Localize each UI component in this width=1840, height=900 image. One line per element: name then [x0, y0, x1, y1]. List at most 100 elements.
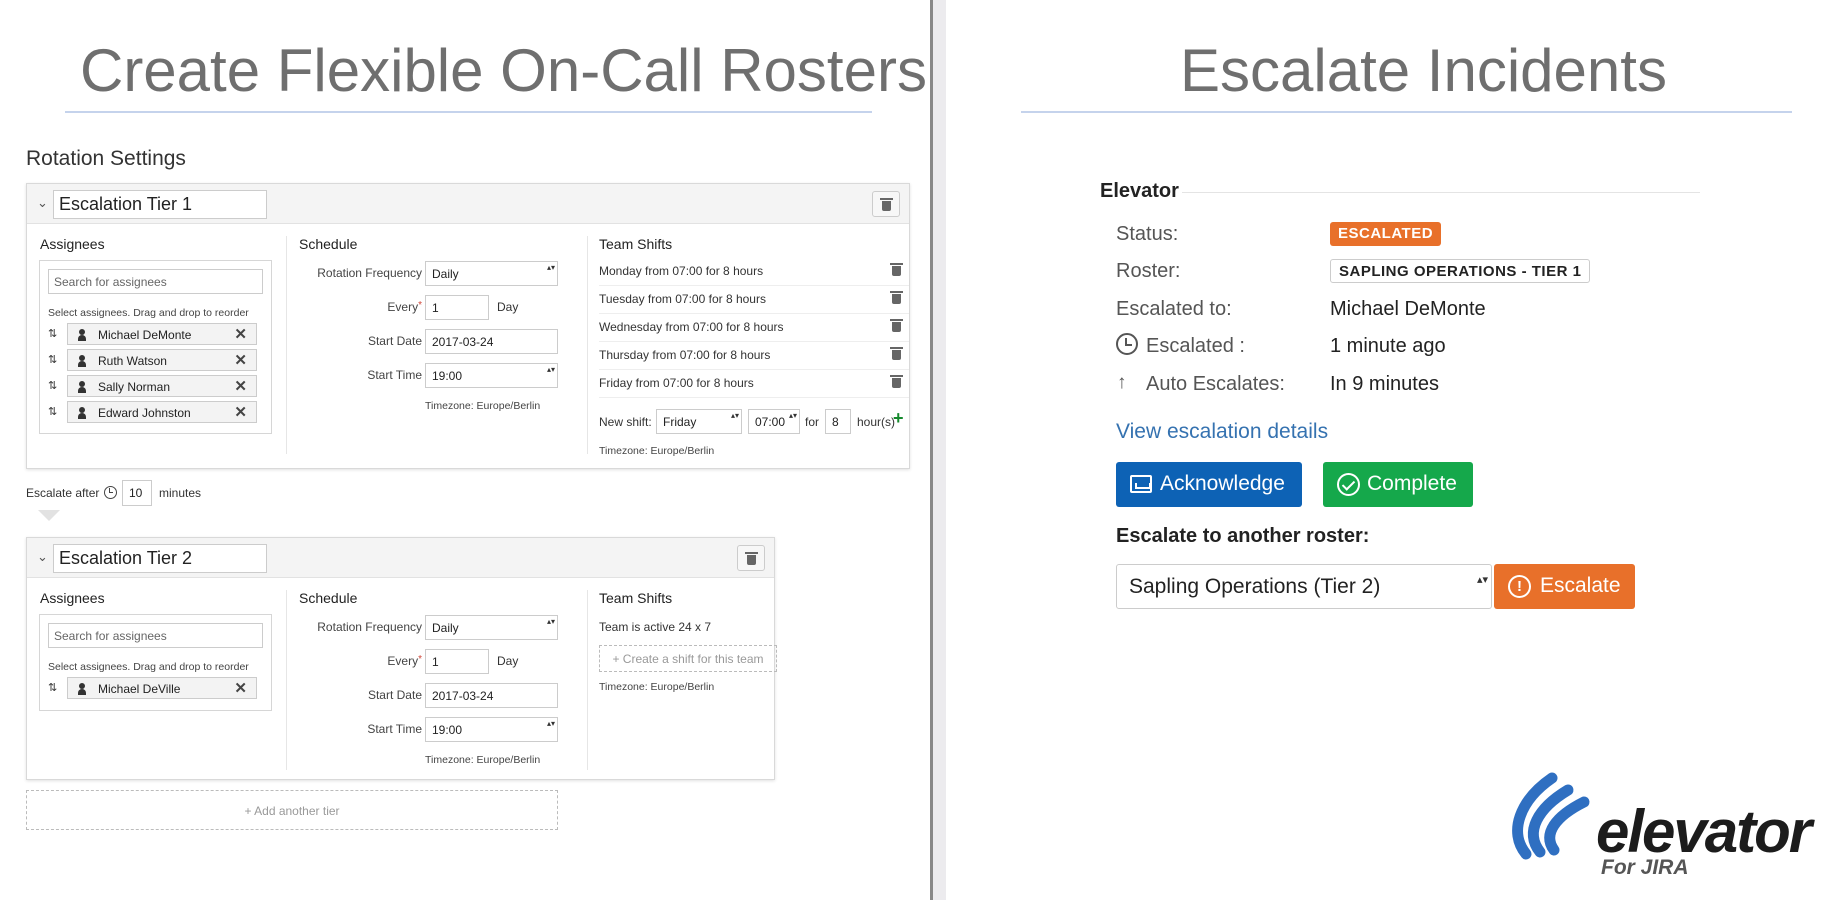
assignee-search-input[interactable]: Search for assignees: [48, 623, 263, 648]
rotation-frequency-label: Rotation Frequency: [317, 620, 422, 634]
add-shift-plus-icon[interactable]: +: [893, 408, 904, 429]
tier-1-header: ⌄ Escalation Tier 1: [27, 184, 909, 224]
assignees-title: Assignees: [40, 236, 105, 252]
trash-icon[interactable]: [890, 263, 903, 276]
shifts-timezone: Timezone: Europe/Berlin: [599, 681, 715, 693]
reorder-icon[interactable]: ⇅: [48, 681, 57, 694]
day-unit: Day: [497, 300, 519, 314]
remove-icon[interactable]: ✕: [234, 377, 247, 395]
escalated-to-value: Michael DeMonte: [1330, 298, 1486, 320]
assignee-item[interactable]: ⇅ Sally Norman ✕: [48, 375, 257, 398]
plus-icon: +: [612, 652, 623, 666]
assignee-name: Michael DeMonte: [98, 328, 192, 342]
collapse-chevron-icon[interactable]: ⌄: [37, 549, 48, 565]
assignee-item[interactable]: ⇅ Michael DeVille ✕: [48, 677, 257, 700]
start-date-input[interactable]: 2017-03-24: [425, 329, 558, 354]
create-shift-button[interactable]: + Create a shift for this team: [599, 645, 777, 672]
remove-icon[interactable]: ✕: [234, 325, 247, 343]
issue-section-title: Elevator: [1100, 180, 1179, 202]
assignee-search-input[interactable]: Search for assignees: [48, 269, 263, 294]
assignee-chip: Sally Norman ✕: [67, 375, 257, 397]
roster-select[interactable]: Sapling Operations (Tier 2): [1116, 564, 1492, 609]
clock-icon: [104, 486, 117, 499]
collapse-chevron-icon[interactable]: ⌄: [37, 195, 48, 211]
assignee-item[interactable]: ⇅ Michael DeMonte ✕: [48, 323, 257, 346]
arrow-down-icon: [38, 510, 60, 521]
arrow-up-icon: ↑: [1117, 372, 1127, 393]
shift-text: Tuesday from 07:00 for 8 hours: [599, 292, 766, 306]
remove-icon[interactable]: ✕: [234, 679, 247, 697]
roster-label: Roster:: [1116, 260, 1181, 282]
start-time-select[interactable]: 19:00: [425, 363, 558, 388]
start-date-label: Start Date: [367, 688, 422, 702]
new-shift-day-select[interactable]: Friday: [656, 409, 742, 434]
assignee-item[interactable]: ⇅ Ruth Watson ✕: [48, 349, 257, 372]
title-underline: [1021, 111, 1792, 113]
escalated-to-label: Escalated to:: [1116, 298, 1232, 320]
assignee-chip: Edward Johnston ✕: [67, 401, 257, 423]
escalate-after-unit: minutes: [159, 486, 202, 500]
remove-icon[interactable]: ✕: [234, 351, 247, 369]
shift-row: Wednesday from 07:00 for 8 hours: [599, 314, 909, 342]
escalated-value: 1 minute ago: [1330, 335, 1446, 357]
roster-badge: SAPLING OPERATIONS - TIER 1: [1330, 259, 1591, 283]
add-tier-button[interactable]: + Add another tier: [26, 790, 558, 830]
clock-icon: [1116, 333, 1138, 355]
trash-icon[interactable]: [890, 319, 903, 332]
assignee-box: Search for assignees Select assignees. D…: [39, 614, 272, 711]
escalate-button[interactable]: ! Escalate: [1494, 564, 1635, 609]
team-shifts-title: Team Shifts: [599, 590, 673, 606]
tier-2-team-shifts-column: Team Shifts Team is active 24 x 7 + Crea…: [587, 578, 777, 779]
every-input[interactable]: 1: [425, 295, 489, 320]
complete-button[interactable]: Complete: [1323, 462, 1473, 507]
rotation-frequency-select[interactable]: Daily: [425, 261, 558, 286]
tier-2-name-input[interactable]: Escalation Tier 2: [53, 544, 267, 573]
reorder-icon[interactable]: ⇅: [48, 379, 57, 392]
schedule-timezone: Timezone: Europe/Berlin: [425, 400, 541, 412]
left-panel: Create Flexible On-Call Rosters Rotation…: [0, 0, 930, 900]
tier-2-assignees-column: Assignees Search for assignees Select as…: [27, 578, 287, 779]
trash-icon: [880, 198, 893, 211]
shift-row: Thursday from 07:00 for 8 hours: [599, 342, 909, 370]
new-shift-time-select[interactable]: 07:00: [748, 409, 800, 434]
tier-1-assignees-column: Assignees Search for assignees Select as…: [27, 224, 287, 468]
tier-1-delete-button[interactable]: [872, 191, 900, 217]
schedule-title: Schedule: [299, 590, 358, 606]
tier-2-delete-button[interactable]: [737, 545, 765, 571]
new-shift-for: for: [805, 415, 820, 429]
trash-icon[interactable]: [890, 291, 903, 304]
tier-1-panel: ⌄ Escalation Tier 1 Assignees Search for…: [26, 183, 910, 469]
assignee-box: Search for assignees Select assignees. D…: [39, 260, 272, 434]
tier-1-name-input[interactable]: Escalation Tier 1: [53, 190, 267, 219]
assignee-item[interactable]: ⇅ Edward Johnston ✕: [48, 401, 257, 424]
shift-text: Friday from 07:00 for 8 hours: [599, 376, 754, 390]
plus-icon: +: [244, 804, 255, 818]
reorder-icon[interactable]: ⇅: [48, 353, 57, 366]
start-time-label: Start Time: [367, 368, 422, 382]
elevator-logo-icon: [1512, 772, 1590, 860]
view-escalation-details-link[interactable]: View escalation details: [1116, 420, 1328, 444]
start-date-input[interactable]: 2017-03-24: [425, 683, 558, 708]
trash-icon[interactable]: [890, 347, 903, 360]
shift-text: Monday from 07:00 for 8 hours: [599, 264, 764, 278]
remove-icon[interactable]: ✕: [234, 403, 247, 421]
every-input[interactable]: 1: [425, 649, 489, 674]
trash-icon[interactable]: [890, 375, 903, 388]
team-shifts-title: Team Shifts: [599, 236, 673, 252]
tier-2-header: ⌄ Escalation Tier 2: [27, 538, 774, 578]
assignee-name: Ruth Watson: [98, 354, 167, 368]
escalate-after-minutes-input[interactable]: 10: [122, 480, 152, 506]
tier-1-schedule-column: Schedule Rotation Frequency Daily Every*…: [287, 224, 587, 468]
status-label: Status:: [1116, 223, 1179, 245]
check-circle-icon: [1337, 473, 1360, 496]
shift-text: Thursday from 07:00 for 8 hours: [599, 348, 771, 362]
escalated-label: Escalated :: [1146, 335, 1245, 357]
auto-escalates-value: In 9 minutes: [1330, 373, 1439, 395]
new-shift-hours-input[interactable]: 8: [825, 409, 851, 434]
reorder-icon[interactable]: ⇅: [48, 405, 57, 418]
acknowledge-button[interactable]: Acknowledge: [1116, 462, 1302, 507]
rotation-frequency-select[interactable]: Daily: [425, 615, 558, 640]
escalate-after-label: Escalate after: [26, 486, 100, 500]
reorder-icon[interactable]: ⇅: [48, 327, 57, 340]
start-time-select[interactable]: 19:00: [425, 717, 558, 742]
